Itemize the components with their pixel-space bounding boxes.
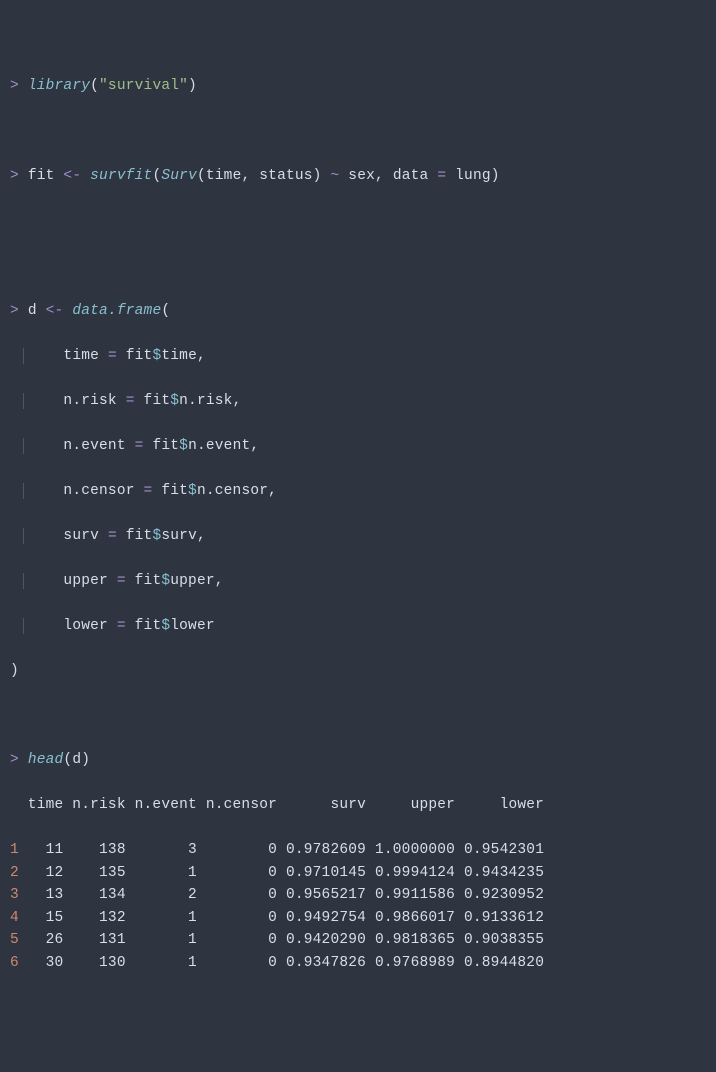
fn-surv: Surv <box>161 168 197 184</box>
row-values: 11 138 3 0 0.9782609 1.0000000 0.9542301 <box>19 842 544 858</box>
row-values: 26 131 1 0 0.9420290 0.9818365 0.9038355 <box>19 932 544 948</box>
table-row: 4 15 132 1 0 0.9492754 0.9866017 0.91336… <box>10 907 706 929</box>
row-number: 1 <box>10 842 19 858</box>
code-line-nrisk: n.risk = fit$n.risk, <box>10 390 706 412</box>
code-line-fit: > fit <- survfit(Surv(time, status) ~ se… <box>10 165 706 187</box>
rest: sex, data <box>339 168 437 184</box>
prompt-icon: > <box>10 168 28 184</box>
r-console: > library("survival") > fit <- survfit(S… <box>10 53 706 997</box>
row-number: 4 <box>10 910 19 926</box>
paren: ( <box>90 78 99 94</box>
table-row: 2 12 135 1 0 0.9710145 0.9994124 0.94342… <box>10 862 706 884</box>
code-line-upper: upper = fit$upper, <box>10 570 706 592</box>
table-row: 1 11 138 3 0 0.9782609 1.0000000 0.95423… <box>10 839 706 861</box>
assign-op: <- <box>46 303 64 319</box>
assign-op: <- <box>63 168 81 184</box>
prompt-icon: > <box>10 303 28 319</box>
blank-line <box>10 255 706 277</box>
table-header: time n.risk n.event n.censor surv upper … <box>10 794 706 816</box>
table-row: 6 30 130 1 0 0.9347826 0.9768989 0.89448… <box>10 952 706 974</box>
prompt-icon: > <box>10 752 28 768</box>
code-line-ncensor: n.censor = fit$n.censor, <box>10 480 706 502</box>
fn-library: library <box>28 78 90 94</box>
fn-head: head <box>28 752 64 768</box>
table-row: 5 26 131 1 0 0.9420290 0.9818365 0.90383… <box>10 929 706 951</box>
code-line-time: time = fit$time, <box>10 345 706 367</box>
row-number: 5 <box>10 932 19 948</box>
code-line-surv: surv = fit$surv, <box>10 525 706 547</box>
lung: lung) <box>446 168 499 184</box>
blank-line <box>10 120 706 142</box>
code-line-nevent: n.event = fit$n.event, <box>10 435 706 457</box>
var-fit: fit <box>28 168 64 184</box>
str-survival: "survival" <box>99 78 188 94</box>
row-number: 6 <box>10 955 19 971</box>
row-values: 13 134 2 0 0.9565217 0.9911586 0.9230952 <box>19 887 544 903</box>
fn-survfit: survfit <box>90 168 152 184</box>
prompt-icon: > <box>10 78 28 94</box>
head-arg: (d) <box>63 752 90 768</box>
table-rows: 1 11 138 3 0 0.9782609 1.0000000 0.95423… <box>10 839 706 974</box>
fn-dataframe: data.frame <box>72 303 161 319</box>
blank-line <box>10 705 706 727</box>
row-values: 15 132 1 0 0.9492754 0.9866017 0.9133612 <box>19 910 544 926</box>
code-line-head: > head(d) <box>10 749 706 771</box>
code-line-library: > library("survival") <box>10 75 706 97</box>
code-line-lower: lower = fit$lower <box>10 615 706 637</box>
row-number: 2 <box>10 865 19 881</box>
blank-line <box>10 210 706 232</box>
close-paren: ) <box>10 660 706 682</box>
var-d: d <box>28 303 46 319</box>
row-values: 12 135 1 0 0.9710145 0.9994124 0.9434235 <box>19 865 544 881</box>
label: time <box>28 348 108 364</box>
code-line-d: > d <- data.frame( <box>10 300 706 322</box>
row-values: 30 130 1 0 0.9347826 0.9768989 0.8944820 <box>19 955 544 971</box>
eq-op: = <box>437 168 446 184</box>
row-number: 3 <box>10 887 19 903</box>
paren: ) <box>188 78 197 94</box>
surv-args: (time, status) <box>197 168 331 184</box>
table-row: 3 13 134 2 0 0.9565217 0.9911586 0.92309… <box>10 884 706 906</box>
